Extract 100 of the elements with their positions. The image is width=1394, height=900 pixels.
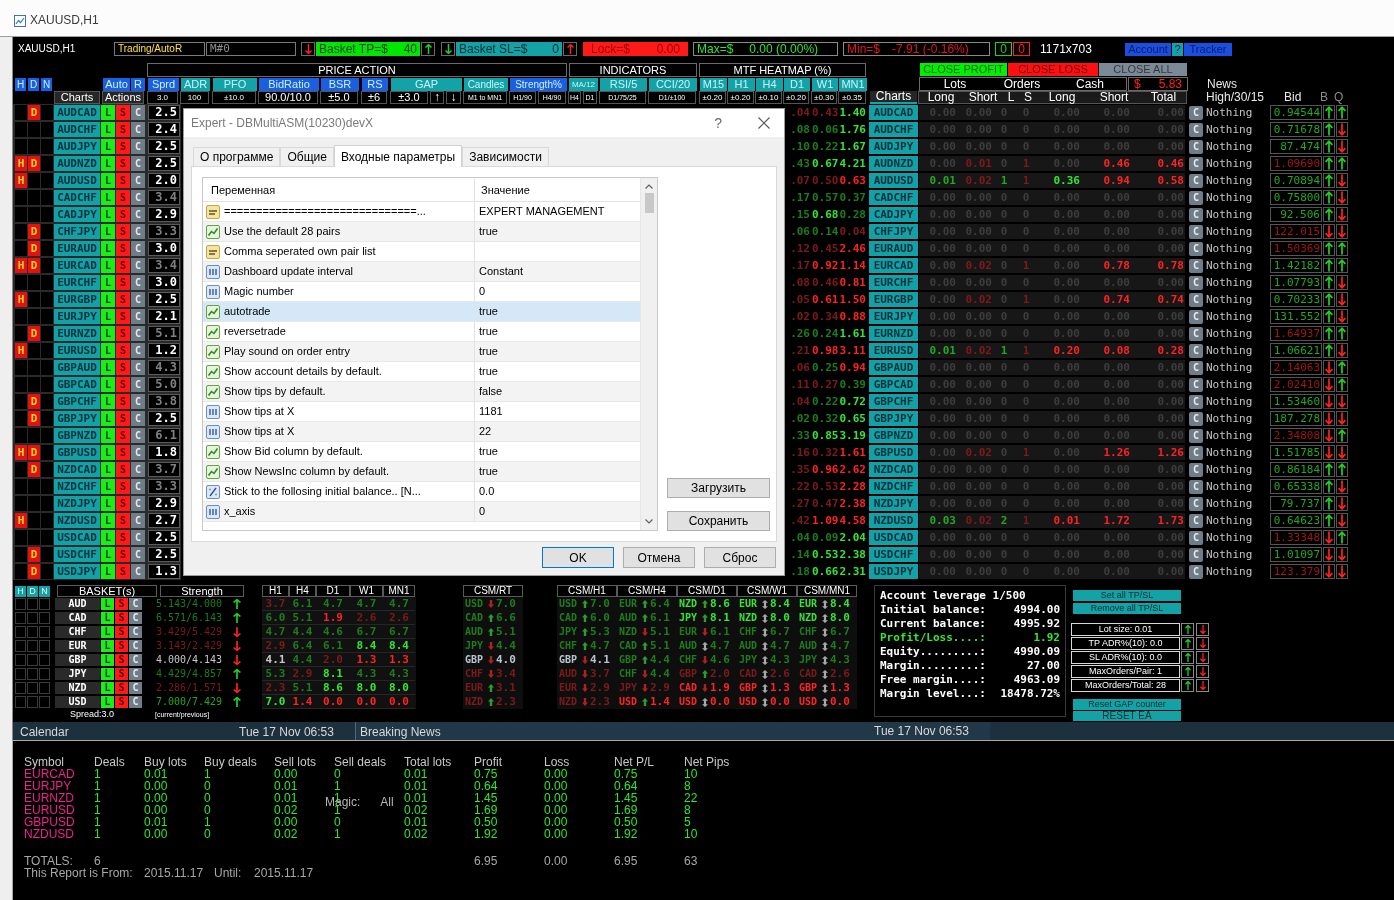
dialog-button[interactable]: Сохранить <box>667 511 770 531</box>
parameter-row[interactable]: Dashboard update interval Constant <box>203 262 640 282</box>
close-pair-button[interactable]: C <box>131 496 145 511</box>
scrollbar[interactable] <box>640 178 657 530</box>
symbol-button[interactable]: EURCAD <box>54 258 100 273</box>
symbol-button[interactable]: USDJPY <box>54 564 100 579</box>
symbol-button[interactable]: AUDCHF <box>54 122 100 137</box>
symbol-button[interactable]: AUDNZD <box>869 156 918 171</box>
symbol-button[interactable]: NZDUSD <box>869 513 918 528</box>
step-up-button[interactable] <box>1181 651 1194 664</box>
symbol-button[interactable]: EURGBP <box>54 292 100 307</box>
long-button[interactable]: L <box>101 564 115 579</box>
short-button[interactable]: S <box>115 654 128 666</box>
symbol-button[interactable]: EURAUD <box>54 241 100 256</box>
step-up-button[interactable] <box>1181 623 1194 636</box>
symbol-button[interactable]: CADJPY <box>869 207 918 222</box>
long-button[interactable]: L <box>101 190 115 205</box>
dialog-tab[interactable]: Общие <box>280 147 334 166</box>
symbol-button[interactable]: CADCHF <box>869 190 918 205</box>
news-close-button[interactable]: C <box>1189 479 1203 494</box>
step-down-button[interactable] <box>1196 665 1209 678</box>
parameter-row[interactable]: Use the default 28 pairs true <box>203 222 640 242</box>
symbol-button[interactable]: AUDNZD <box>54 156 100 171</box>
symbol-button[interactable]: USDCAD <box>869 530 918 545</box>
short-button[interactable]: S <box>116 122 130 137</box>
long-button[interactable]: L <box>101 513 115 528</box>
close-pair-button[interactable]: C <box>131 479 145 494</box>
short-button[interactable]: S <box>116 547 130 562</box>
dialog-tab[interactable]: Зависимости <box>462 147 549 166</box>
step-down-button[interactable] <box>1196 651 1209 664</box>
step-down-button[interactable] <box>1196 679 1209 692</box>
short-button[interactable]: S <box>116 156 130 171</box>
close-pair-button[interactable]: C <box>131 445 145 460</box>
close-pair-button[interactable]: C <box>131 411 145 426</box>
long-button[interactable]: L <box>101 360 115 375</box>
news-close-button[interactable]: C <box>1189 309 1203 324</box>
symbol-button[interactable]: CADCHF <box>54 190 100 205</box>
close-pair-button[interactable]: C <box>131 360 145 375</box>
parameter-row[interactable]: autotrade true <box>203 302 640 322</box>
close-pair-button[interactable]: C <box>129 696 142 708</box>
symbol-button[interactable]: NZDJPY <box>869 496 918 511</box>
long-button[interactable]: L <box>101 224 115 239</box>
step-down-button[interactable] <box>441 42 455 56</box>
close-pair-button[interactable]: C <box>131 292 145 307</box>
parameter-row[interactable]: Show NewsInc column by default. true <box>203 462 640 482</box>
symbol-button[interactable]: AUDUSD <box>54 173 100 188</box>
news-close-button[interactable]: C <box>1189 394 1203 409</box>
mode-field[interactable]: Trading/AutoR <box>114 42 205 56</box>
step-down-button[interactable] <box>1196 637 1209 650</box>
symbol-button[interactable]: USDJPY <box>869 564 918 579</box>
dialog-button[interactable]: Отмена <box>623 547 695 568</box>
symbol-button[interactable]: EURCHF <box>869 275 918 290</box>
close-pair-button[interactable]: C <box>131 462 145 477</box>
panel-button[interactable]: RESET EA <box>1073 711 1181 721</box>
close-pair-button[interactable]: C <box>129 612 142 624</box>
short-button[interactable]: S <box>115 668 128 680</box>
news-close-button[interactable]: C <box>1189 156 1203 171</box>
news-close-button[interactable]: C <box>1189 258 1203 273</box>
long-button[interactable]: L <box>101 668 114 680</box>
setting-field[interactable]: SL ADR%(10): 0.0 <box>1071 651 1180 664</box>
parameter-row[interactable]: Magic number 0 <box>203 282 640 302</box>
basket-tp-field[interactable]: Basket TP=$ 40 <box>316 42 420 56</box>
news-close-button[interactable]: C <box>1189 207 1203 222</box>
panel-link[interactable]: ? <box>1172 42 1183 56</box>
setting-field[interactable]: Lot size: 0.01 <box>1071 623 1180 636</box>
close-pair-button[interactable]: C <box>131 309 145 324</box>
symbol-button[interactable]: USDCHF <box>54 547 100 562</box>
long-button[interactable]: L <box>101 139 115 154</box>
close-pair-button[interactable]: C <box>131 377 145 392</box>
symbol-button[interactable]: EURCHF <box>54 275 100 290</box>
long-button[interactable]: L <box>101 326 115 341</box>
symbol-button[interactable]: EURJPY <box>869 309 918 324</box>
news-close-button[interactable]: C <box>1189 428 1203 443</box>
short-button[interactable]: S <box>116 173 130 188</box>
close-pair-button[interactable]: C <box>131 190 145 205</box>
news-close-button[interactable]: C <box>1189 496 1203 511</box>
short-button[interactable]: S <box>116 275 130 290</box>
long-button[interactable]: L <box>101 394 115 409</box>
long-button[interactable]: L <box>101 496 115 511</box>
close-pair-button[interactable]: C <box>131 394 145 409</box>
news-close-button[interactable]: C <box>1189 326 1203 341</box>
short-button[interactable]: S <box>116 224 130 239</box>
step-down-button[interactable] <box>1196 623 1209 636</box>
symbol-button[interactable]: NZDUSD <box>54 513 100 528</box>
short-button[interactable]: S <box>116 360 130 375</box>
magic-field[interactable]: M#0 <box>206 42 296 56</box>
short-button[interactable]: S <box>116 479 130 494</box>
news-close-button[interactable]: C <box>1189 343 1203 358</box>
close-pair-button[interactable]: C <box>131 241 145 256</box>
short-button[interactable]: S <box>116 139 130 154</box>
symbol-button[interactable]: GBPCAD <box>869 377 918 392</box>
symbol-button[interactable]: GBPCHF <box>54 394 100 409</box>
long-button[interactable]: L <box>101 105 115 120</box>
symbol-button[interactable]: GBPJPY <box>54 411 100 426</box>
close-pair-button[interactable]: C <box>131 139 145 154</box>
close-pair-button[interactable]: C <box>131 326 145 341</box>
short-button[interactable]: S <box>115 626 128 638</box>
symbol-button[interactable]: GBPUSD <box>54 445 100 460</box>
short-button[interactable]: S <box>116 258 130 273</box>
short-button[interactable]: S <box>116 241 130 256</box>
